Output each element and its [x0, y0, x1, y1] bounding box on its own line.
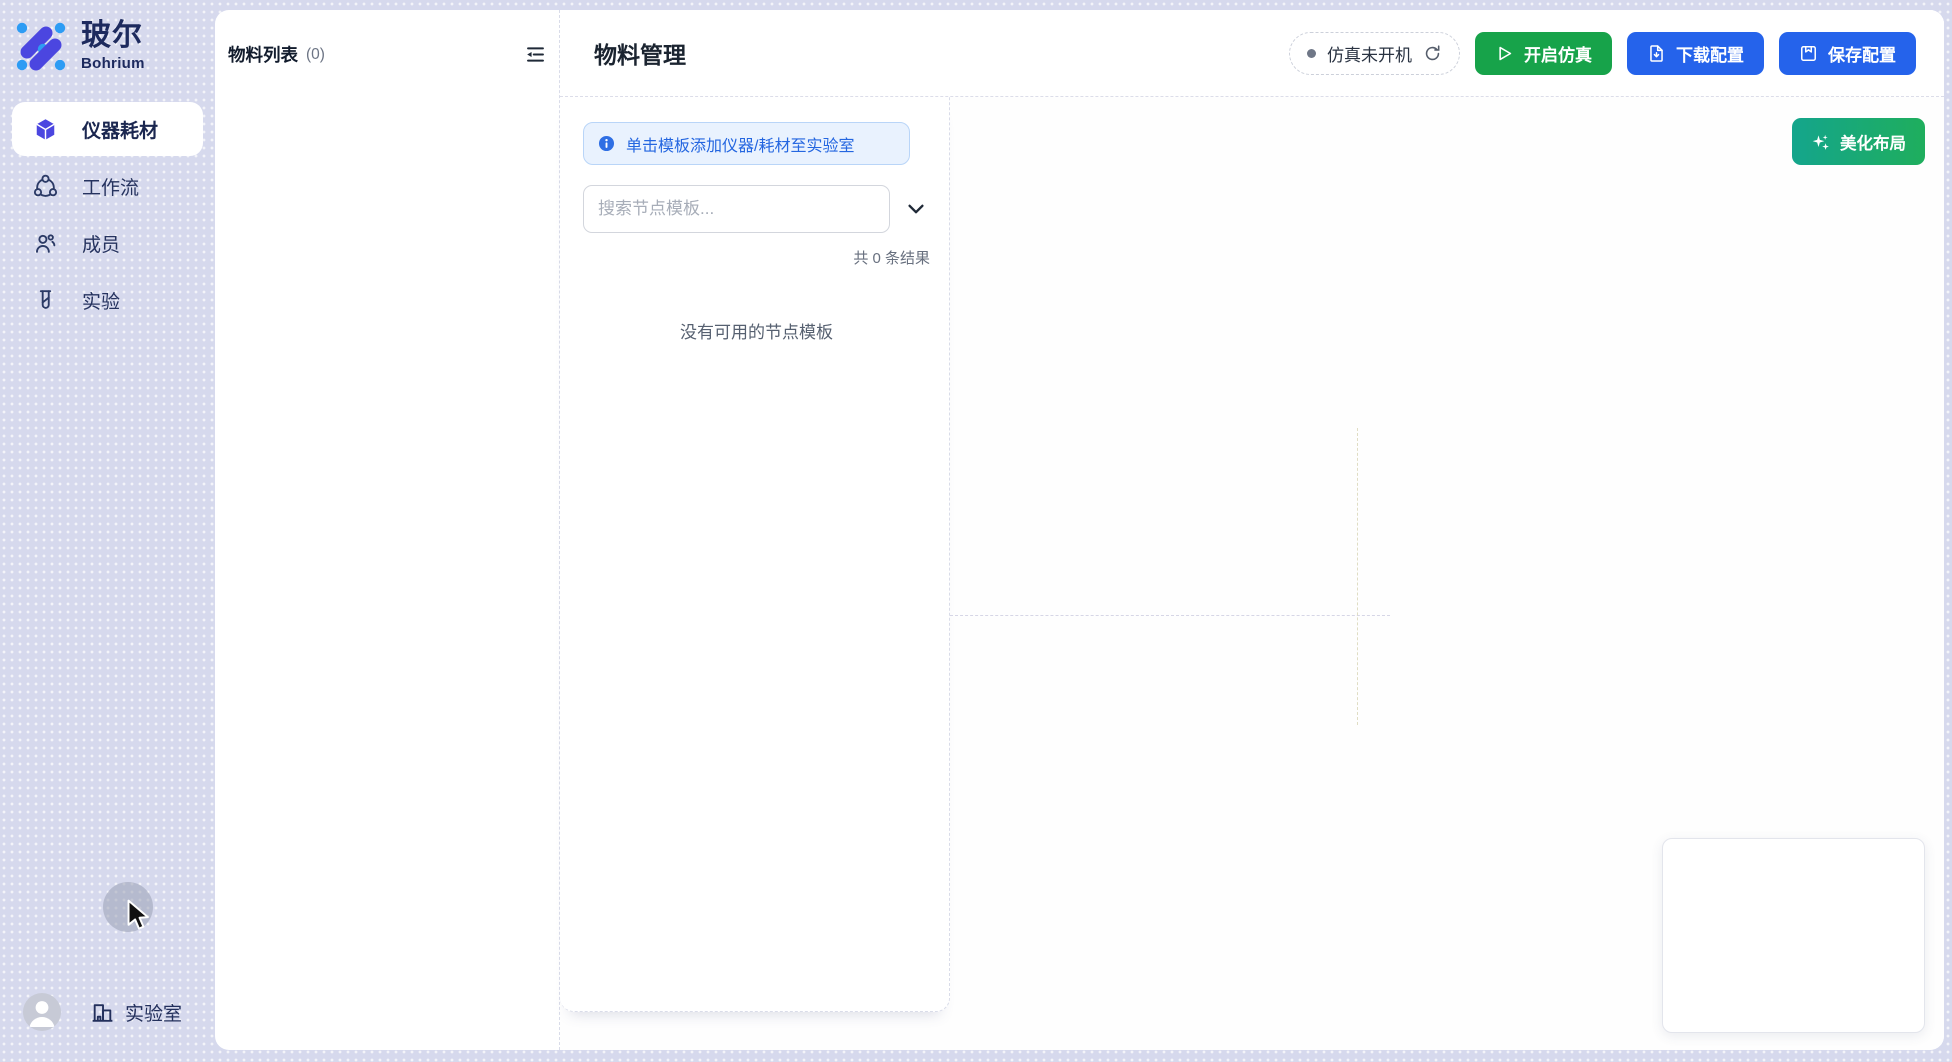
save-icon: [1799, 44, 1818, 63]
lab-entry[interactable]: 实验室: [90, 999, 182, 1026]
sidebar-footer: 实验室: [0, 993, 215, 1031]
save-config-button[interactable]: 保存配置: [1779, 32, 1916, 75]
start-simulation-button[interactable]: 开启仿真: [1475, 32, 1612, 75]
material-list-panel: 物料列表 (0): [215, 10, 560, 1050]
refresh-icon[interactable]: [1423, 44, 1442, 63]
node-template-panel: 单击模板添加仪器/耗材至实验室 共 0 条结果 没有可用的节点模板: [560, 97, 950, 1012]
minimap[interactable]: [1662, 838, 1925, 1033]
members-icon: [33, 231, 58, 256]
lab-label: 实验室: [125, 999, 182, 1026]
cube-icon: [33, 117, 58, 142]
chevron-down-icon[interactable]: [905, 198, 927, 220]
canvas-header: 物料管理 仿真未开机: [560, 10, 1944, 97]
empty-templates-text: 没有可用的节点模板: [583, 318, 930, 343]
brand-logo-icon: [15, 20, 67, 72]
file-download-icon: [1647, 44, 1666, 63]
mouse-cursor-icon: [123, 898, 155, 932]
sidebar-item-instruments[interactable]: 仪器耗材: [12, 102, 203, 156]
main-card: 物料列表 (0) 物料管理 仿真未开机: [215, 10, 1944, 1050]
brand-logo: 玻尔 Bohrium: [0, 0, 215, 72]
sidebar-item-label: 成员: [82, 230, 120, 257]
download-config-button[interactable]: 下载配置: [1627, 32, 1764, 75]
workflow-icon: [33, 174, 58, 199]
sidebar-item-label: 仪器耗材: [82, 116, 158, 143]
download-config-label: 下载配置: [1676, 41, 1744, 66]
collapse-panel-icon[interactable]: [525, 44, 546, 65]
play-icon: [1495, 44, 1514, 63]
simulation-status-pill[interactable]: 仿真未开机: [1289, 32, 1460, 75]
sidebar-item-experiment[interactable]: 实验: [12, 273, 203, 327]
info-icon: [597, 134, 616, 153]
building-icon: [90, 1000, 115, 1025]
beautify-layout-button[interactable]: 美化布局: [1792, 118, 1925, 165]
template-hint-text: 单击模板添加仪器/耗材至实验室: [626, 132, 854, 156]
template-hint-banner: 单击模板添加仪器/耗材至实验室: [583, 122, 910, 165]
brand-subtitle: Bohrium: [81, 55, 145, 72]
sidebar-item-label: 工作流: [82, 173, 139, 200]
save-config-label: 保存配置: [1828, 41, 1896, 66]
experiment-icon: [33, 288, 58, 313]
sparkles-icon: [1811, 132, 1831, 152]
search-template-input[interactable]: [583, 185, 890, 233]
sidebar-item-label: 实验: [82, 287, 120, 314]
user-avatar[interactable]: [23, 993, 61, 1031]
material-list-title: 物料列表: [228, 42, 298, 67]
canvas-area[interactable]: 物料管理 仿真未开机: [560, 10, 1944, 1050]
result-count: 共 0 条结果: [583, 247, 930, 268]
beautify-layout-label: 美化布局: [1840, 130, 1906, 154]
sidebar-item-members[interactable]: 成员: [12, 216, 203, 270]
simulation-status-label: 仿真未开机: [1327, 41, 1412, 66]
start-simulation-label: 开启仿真: [1524, 41, 1592, 66]
canvas-guide-horizontal: [950, 615, 1390, 616]
canvas-guide-vertical: [1357, 428, 1358, 725]
status-dot-icon: [1307, 49, 1316, 58]
page-title: 物料管理: [594, 36, 686, 70]
sidebar-item-workflow[interactable]: 工作流: [12, 159, 203, 213]
sidebar-nav: 仪器耗材 工作流 成员: [0, 102, 215, 327]
brand-name: 玻尔: [81, 20, 145, 52]
material-list-count: (0): [306, 46, 325, 64]
